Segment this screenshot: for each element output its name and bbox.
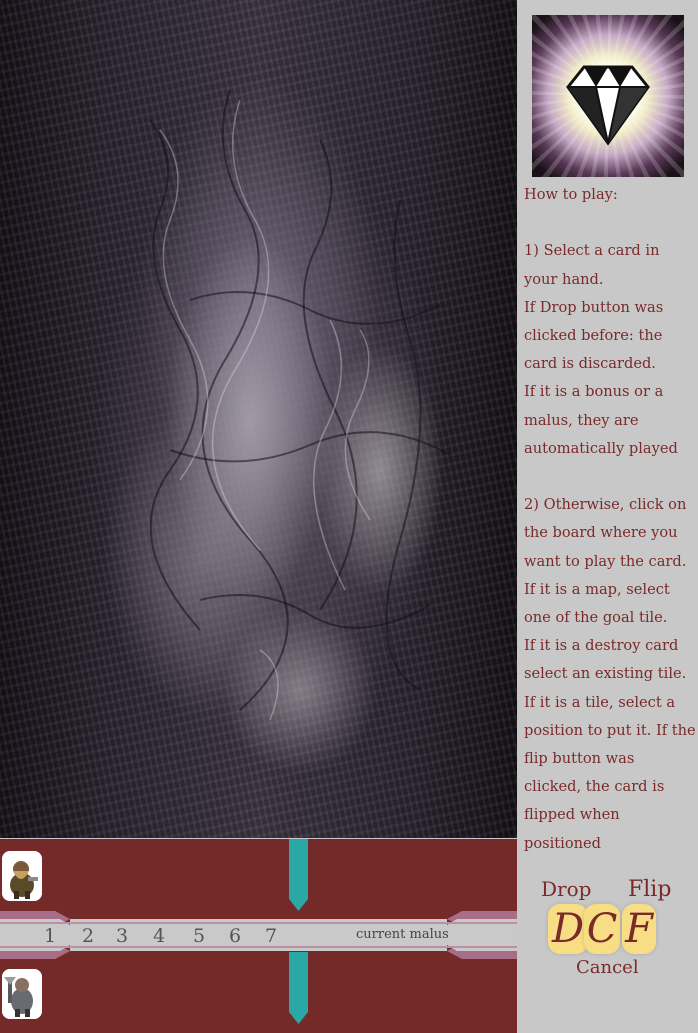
track-number: 6 — [229, 925, 242, 947]
help-line: 1) Select a card in your hand. — [524, 242, 660, 288]
help-line: If it is a map, select one of the goal t… — [524, 580, 670, 627]
help-line: If Drop button was clicked before: the c… — [524, 298, 664, 373]
drop-label: Drop — [541, 877, 592, 901]
rock-texture — [149, 89, 451, 721]
track-number: 3 — [116, 925, 129, 947]
player2-marker — [289, 952, 308, 1024]
track-number: 7 — [265, 925, 278, 947]
warrior-avatar[interactable] — [2, 969, 42, 1019]
flip-label: Flip — [628, 877, 672, 902]
help-line: If it is a tile, select a position to pu… — [524, 693, 696, 852]
drop-button[interactable]: D — [548, 904, 588, 954]
current-malus-label: current malus — [356, 927, 449, 942]
help-line: If it is a bonus or a malus, they are au… — [524, 383, 678, 457]
track-number: 2 — [82, 925, 95, 947]
dwarf-avatar[interactable] — [2, 851, 42, 901]
player1-marker — [289, 839, 308, 911]
track-number: 1 — [44, 925, 57, 947]
help-title: How to play: — [524, 186, 618, 203]
help-line: If it is a destroy card select an existi… — [524, 637, 687, 683]
cancel-label: Cancel — [576, 957, 639, 978]
diamond-icon — [532, 15, 684, 177]
help-line: 2) Otherwise, click on the board where y… — [524, 496, 687, 570]
game-board[interactable] — [0, 0, 517, 838]
track-number: 4 — [153, 925, 166, 947]
cancel-button[interactable]: C — [584, 904, 620, 954]
help-text: How to play: 1) Select a card in your ha… — [524, 181, 696, 858]
flip-button[interactable]: F — [622, 904, 656, 954]
track-number: 5 — [193, 925, 206, 947]
player-bar: 1 2 3 4 5 6 7 current malus — [0, 839, 517, 1033]
side-panel: How to play: 1) Select a card in your ha… — [518, 0, 698, 1033]
